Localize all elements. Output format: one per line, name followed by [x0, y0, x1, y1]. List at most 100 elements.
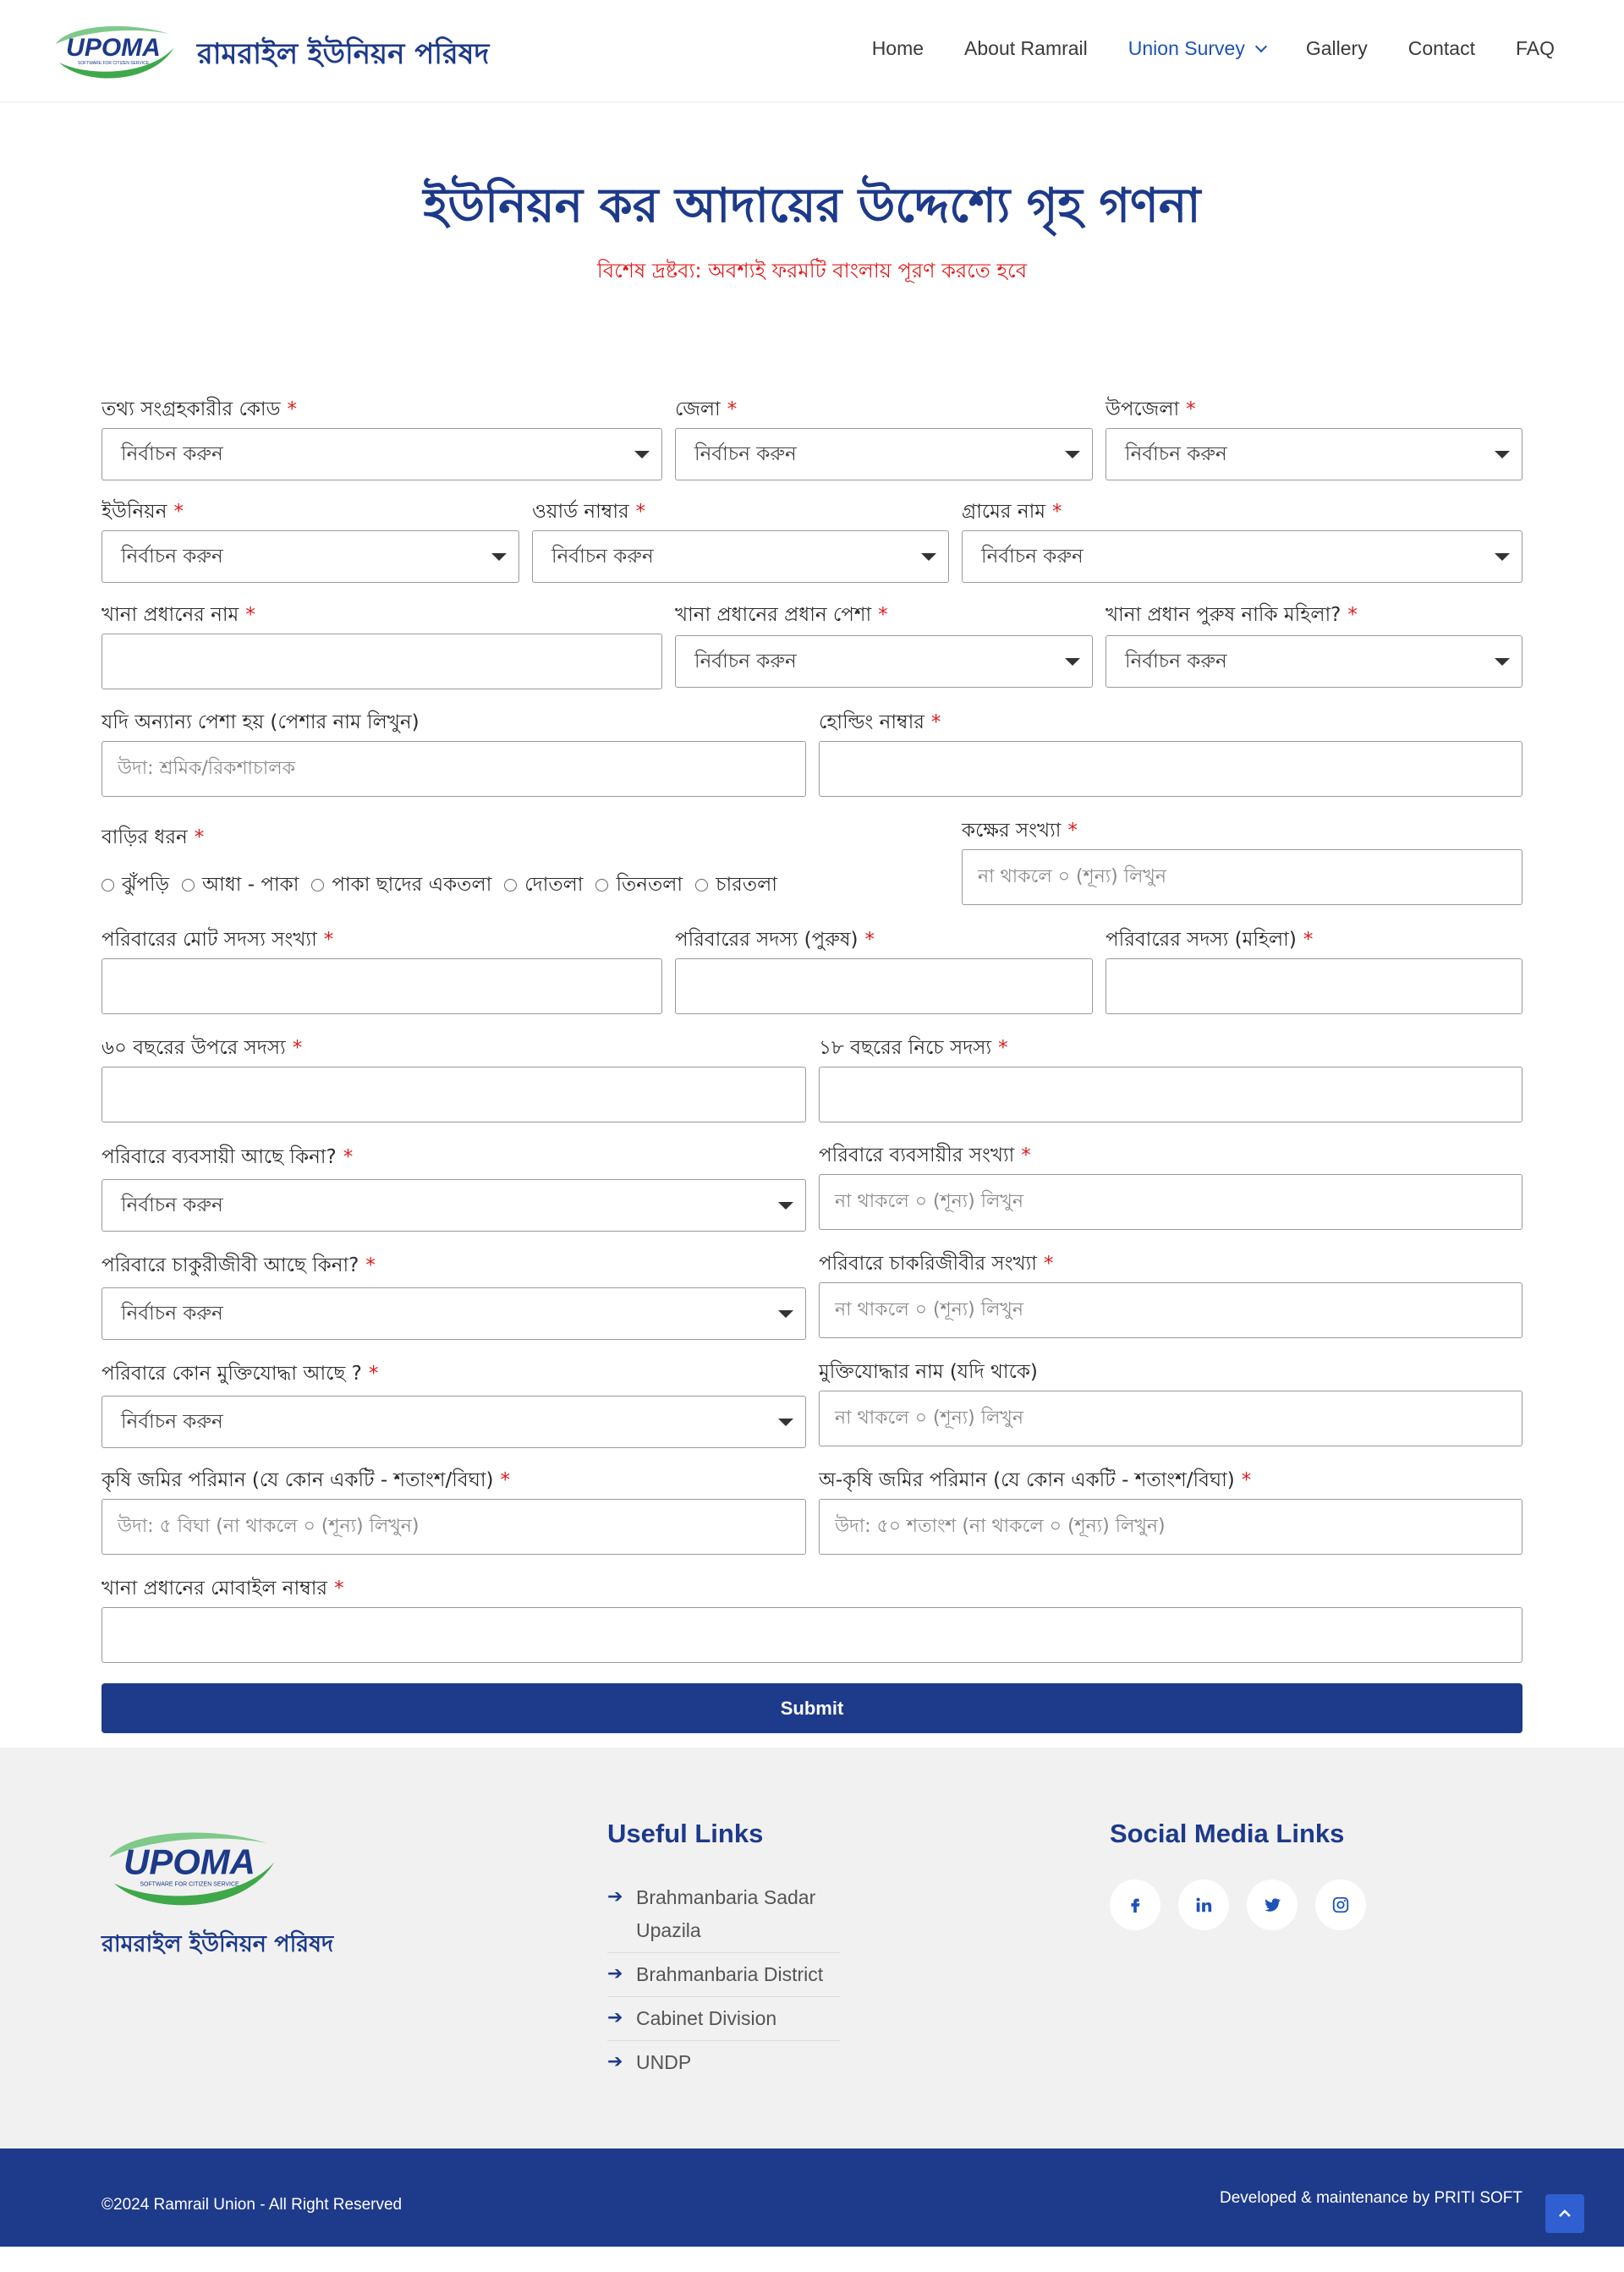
required-mark: *	[173, 501, 184, 523]
union-select[interactable]: নির্বাচন করুন	[102, 530, 519, 583]
holding-no-input[interactable]	[819, 741, 1522, 797]
instagram-icon[interactable]	[1315, 1880, 1366, 1930]
useful-link-label: UNDP	[636, 2051, 692, 2073]
twitter-icon[interactable]	[1247, 1880, 1298, 1930]
district-select[interactable]: নির্বাচন করুন	[675, 428, 1093, 480]
footer-site-title: রামরাইল ইউনিয়ন পরিষদ	[102, 1931, 334, 1957]
required-mark: *	[878, 604, 888, 626]
radio-label: আধা - পাকা	[202, 874, 299, 896]
radio-label: চারতলা	[716, 874, 777, 896]
job-count-input[interactable]: না থাকলে ০ (শূন্য) লিখুন	[819, 1282, 1522, 1338]
nonagri-land-input[interactable]: উদা: ৫০ শতাংশ (না থাকলে ০ (শূন্য) লিখুন)	[819, 1499, 1522, 1555]
scroll-to-top-button[interactable]	[1545, 2194, 1584, 2233]
useful-link-label: Cabinet Division	[636, 2007, 777, 2029]
required-mark: *	[1067, 820, 1078, 842]
site-title[interactable]: রামরাইল ইউনিয়ন পরিষদ	[197, 32, 489, 80]
collector-code-label: তথ্য সংগ্রহকারীর কোড	[102, 398, 281, 420]
dropdown-arrow-icon	[1495, 553, 1510, 561]
radio-circle[interactable]	[695, 879, 709, 892]
site-footer: UPOMA SOFTWARE FOR CITIZEN SERVICE রামরা…	[0, 1748, 1624, 2149]
has-business-select[interactable]: নির্বাচন করুন	[102, 1179, 806, 1232]
upoma-logo[interactable]: UPOMA SOFTWARE FOR CITIZEN SERVICE	[51, 19, 176, 83]
village-field: গ্রামের নাম * নির্বাচন করুন	[962, 498, 1522, 583]
page-title: ইউনিয়ন কর আদায়ের উদ্দেশ্যে গৃহ গণনা	[423, 178, 1201, 233]
freedom-fighter-select[interactable]: নির্বাচন করুন	[102, 1396, 806, 1448]
other-occupation-input[interactable]: উদা: শ্রমিক/রিকশাচালক	[102, 741, 806, 797]
rooms-field: কক্ষের সংখ্যা * না থাকলে ০ (শূন্য) লিখুন	[962, 817, 1522, 907]
required-mark: *	[287, 398, 298, 420]
house-type-option[interactable]: চারতলা	[695, 869, 777, 902]
house-type-option[interactable]: তিনতলা	[595, 869, 683, 902]
below-18-input[interactable]	[819, 1067, 1522, 1122]
above-60-input[interactable]	[102, 1067, 806, 1122]
nav-union-survey[interactable]: Union Survey	[1128, 37, 1267, 60]
dropdown-arrow-icon	[921, 553, 936, 561]
house-type-option[interactable]: আধা - পাকা	[182, 869, 299, 902]
required-mark: *	[635, 501, 646, 523]
rooms-input[interactable]: না থাকলে ০ (শূন্য) লিখুন	[962, 849, 1522, 905]
nav-gallery[interactable]: Gallery	[1306, 37, 1368, 60]
radio-circle[interactable]	[504, 879, 518, 892]
house-type-option[interactable]: পাকা ছাদের একতলা	[311, 869, 491, 902]
other-occupation-label: যদি অন্যান্য পেশা হয় (পেশার নাম লিখুন)	[102, 711, 420, 733]
linkedin-icon[interactable]	[1178, 1880, 1229, 1930]
upazila-select[interactable]: নির্বাচন করুন	[1106, 428, 1522, 480]
dropdown-arrow-icon	[1065, 451, 1080, 458]
ward-select[interactable]: নির্বাচন করুন	[532, 530, 949, 583]
nav-about[interactable]: About Ramrail	[964, 37, 1088, 60]
required-mark: *	[1021, 1144, 1031, 1166]
input-placeholder: উদা: ৫ বিঘা (না থাকলে ০ (শূন্য) লিখুন)	[118, 1516, 420, 1537]
useful-link[interactable]: ➔ Cabinet Division	[607, 1997, 840, 2041]
radio-circle[interactable]	[311, 879, 325, 892]
agri-land-label: কৃষি জমির পরিমান (যে কোন একটি - শতাংশ/বি…	[102, 1469, 494, 1491]
developer-credit: Developed & maintenance by PRITI SOFT	[1220, 2189, 1522, 2207]
radio-circle[interactable]	[102, 879, 114, 892]
useful-link-label: Brahmanbaria District	[636, 1963, 824, 1985]
head-occupation-select[interactable]: নির্বাচন করুন	[675, 635, 1093, 688]
total-members-field: পরিবারের মোট সদস্য সংখ্যা *	[102, 926, 662, 1016]
agri-land-input[interactable]: উদা: ৫ বিঘা (না থাকলে ০ (শূন্য) লিখুন)	[102, 1499, 806, 1555]
footer-upoma-logo[interactable]: UPOMA SOFTWARE FOR CITIZEN SERVICE	[102, 1822, 277, 1912]
required-mark: *	[998, 1037, 1008, 1059]
nav-faq[interactable]: FAQ	[1516, 37, 1555, 60]
radio-circle[interactable]	[182, 879, 195, 892]
head-gender-label: খানা প্রধান পুরুষ নাকি মহিলা?	[1106, 604, 1341, 626]
female-members-input[interactable]	[1106, 958, 1522, 1014]
arrow-right-icon: ➔	[607, 2007, 623, 2028]
svg-text:SOFTWARE FOR CITIZEN SERVICE: SOFTWARE FOR CITIZEN SERVICE	[140, 1881, 239, 1887]
village-select[interactable]: নির্বাচন করুন	[962, 530, 1522, 583]
nav-contact[interactable]: Contact	[1408, 37, 1475, 60]
input-placeholder: না থাকলে ০ (শূন্য) লিখুন	[835, 1299, 1023, 1320]
useful-link[interactable]: ➔ Brahmanbaria District	[607, 1953, 840, 1997]
business-count-input[interactable]: না থাকলে ০ (শূন্য) লিখুন	[819, 1174, 1522, 1230]
submit-button[interactable]: Submit	[102, 1683, 1522, 1733]
total-members-input[interactable]	[102, 958, 662, 1014]
dropdown-arrow-icon	[1065, 658, 1080, 666]
nav-home[interactable]: Home	[872, 37, 924, 60]
facebook-icon[interactable]	[1110, 1880, 1160, 1930]
head-occupation-label: খানা প্রধানের প্রধান পেশা	[675, 604, 872, 626]
social-links	[1110, 1880, 1384, 1930]
arrow-right-icon: ➔	[607, 1886, 623, 1907]
radio-circle[interactable]	[595, 879, 609, 892]
arrow-right-icon: ➔	[607, 2051, 623, 2072]
dropdown-arrow-icon	[1495, 658, 1510, 666]
required-mark: *	[365, 1254, 376, 1276]
head-name-input[interactable]	[102, 634, 662, 689]
useful-link[interactable]: ➔ Brahmanbaria Sadar Upazila	[607, 1876, 840, 1953]
input-placeholder: না থাকলে ০ (শূন্য) লিখুন	[835, 1408, 1023, 1429]
has-job-select[interactable]: নির্বাচন করুন	[102, 1287, 806, 1340]
useful-link[interactable]: ➔ UNDP	[607, 2041, 840, 2084]
arrow-right-icon: ➔	[607, 1963, 623, 1984]
required-mark: *	[864, 929, 875, 951]
holding-no-field: হোল্ডিং নাম্বার *	[819, 709, 1522, 798]
head-gender-select[interactable]: নির্বাচন করুন	[1106, 635, 1522, 688]
mobile-input[interactable]	[102, 1607, 1522, 1663]
required-mark: *	[194, 826, 205, 848]
house-type-option[interactable]: দোতলা	[504, 869, 583, 902]
freedom-fighter-name-input[interactable]: না থাকলে ০ (শূন্য) লিখুন	[819, 1391, 1522, 1446]
svg-text:SOFTWARE FOR CITIZEN SERVICE: SOFTWARE FOR CITIZEN SERVICE	[78, 61, 150, 66]
house-type-option[interactable]: ঝুঁপড়ি	[102, 869, 169, 902]
collector-code-select[interactable]: নির্বাচন করুন	[102, 428, 662, 480]
male-members-input[interactable]	[675, 958, 1093, 1014]
